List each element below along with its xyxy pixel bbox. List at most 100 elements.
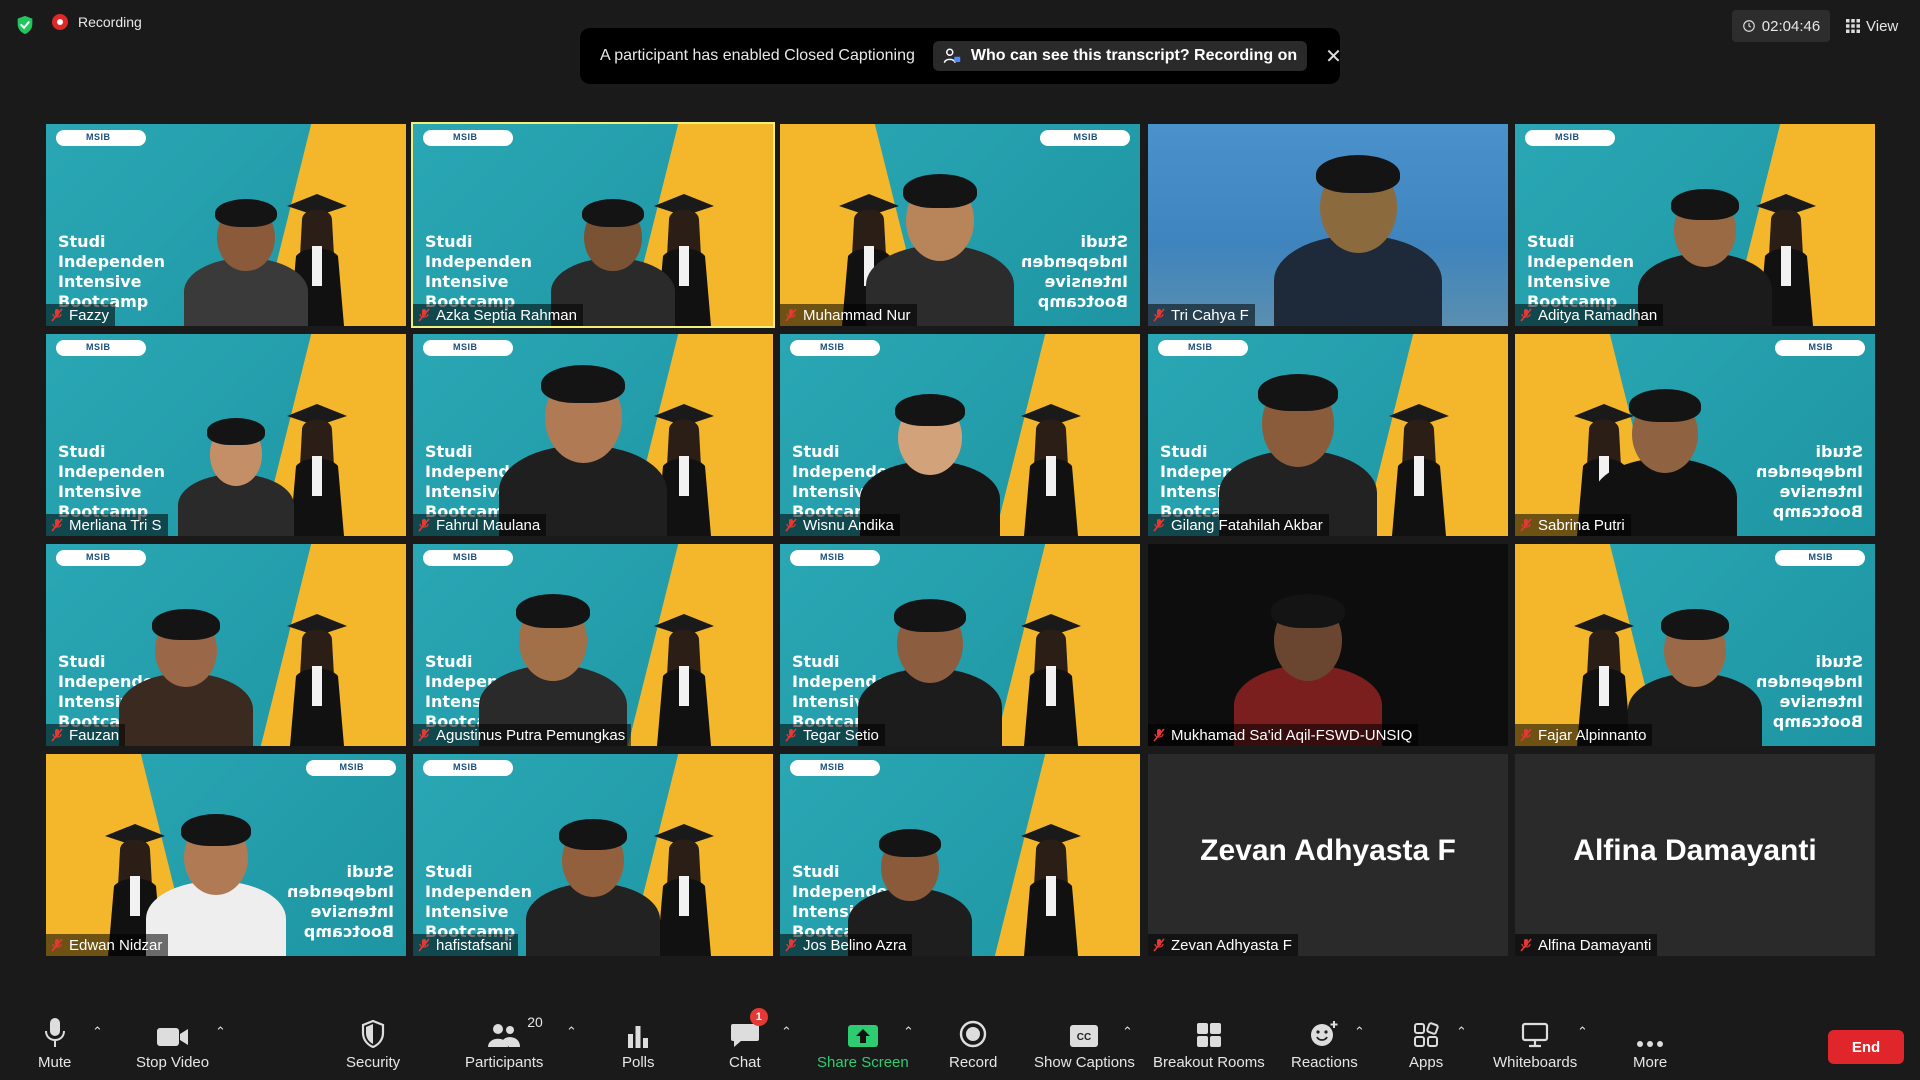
participant-nametag: Azka Septia Rahman: [413, 304, 583, 326]
whiteboards-button[interactable]: Whiteboards: [1493, 1014, 1577, 1071]
participant-video-tile[interactable]: Zevan Adhyasta F Zevan Adhyasta F: [1148, 754, 1508, 956]
msib-logo: MSIB: [820, 342, 845, 352]
polls-button[interactable]: Polls: [622, 1014, 655, 1071]
participants-button[interactable]: 20 Participants: [465, 1014, 543, 1071]
apps-button[interactable]: Apps: [1409, 1014, 1443, 1071]
slide-line: Studi: [425, 232, 473, 251]
participant-video-feed: [1637, 124, 1773, 326]
participant-video-tile[interactable]: MSIB StudiIndependenIntensiveBootcamp: [46, 124, 406, 326]
polls-label: Polls: [622, 1054, 655, 1071]
grid-view-icon: [1846, 19, 1860, 33]
participant-video-feed: [478, 544, 628, 746]
stop-video-button[interactable]: Stop Video: [136, 1014, 209, 1071]
end-meeting-button[interactable]: End: [1828, 1030, 1904, 1064]
participant-video-tile[interactable]: MSIB StudiIndependenIntensiveBootcamp: [1148, 334, 1508, 536]
participant-video-tile[interactable]: MSIB StudiIndependenIntensiveBootcamp: [413, 334, 773, 536]
chat-icon: [730, 1024, 759, 1047]
virtual-background-text: Studi Independen Intensive Bootcamp: [58, 442, 165, 522]
participant-nametag: Agustinus Putra Pemungkas: [413, 724, 632, 746]
slide-line: Independen: [1755, 672, 1863, 691]
participant-video-tile[interactable]: Alfina Damayanti Alfina Damayanti: [1515, 754, 1875, 956]
participant-video-feed: [1274, 124, 1442, 326]
record-button[interactable]: Record: [949, 1014, 997, 1071]
participant-video-tile[interactable]: MSIB StudiIndependenIntensiveBootcamp: [46, 754, 406, 956]
participant-name: Merliana Tri S: [69, 516, 162, 534]
participant-name: Fauzan: [69, 726, 120, 744]
slide-line: Independen: [1020, 252, 1128, 271]
virtual-background-text: Studi Independen Intensive Bootcamp: [1756, 652, 1863, 732]
participant-display-name: Zevan Adhyasta F: [1200, 834, 1456, 867]
participant-video-tile[interactable]: MSIB StudiIndependenIntensiveBootcamp: [780, 124, 1140, 326]
participant-video-tile[interactable]: MSIB StudiIndependenIntensiveBootcamp: [46, 544, 406, 746]
record-icon: [959, 1020, 987, 1048]
msib-logo: MSIB: [86, 132, 111, 142]
breakout-rooms-button[interactable]: Breakout Rooms: [1153, 1014, 1265, 1071]
reactions-options-chevron-icon[interactable]: ⌃: [1354, 1024, 1365, 1039]
slide-line: Studi: [425, 862, 473, 881]
participant-video-feed: [860, 334, 1000, 536]
meeting-timer[interactable]: 02:04:46: [1732, 10, 1830, 42]
participant-video-tile[interactable]: Mukhamad Sa'id Aqil-FSWD-UNSIQ: [1148, 544, 1508, 746]
participant-video-tile[interactable]: MSIB StudiIndependenIntensiveBootcamp: [1515, 124, 1875, 326]
participant-name: Tegar Setio: [803, 726, 879, 744]
muted-microphone-icon: [1520, 518, 1532, 532]
participant-video-feed: [183, 124, 309, 326]
chat-unread-badge: 1: [749, 1008, 768, 1026]
more-button[interactable]: More: [1633, 1014, 1667, 1071]
captions-options-chevron-icon[interactable]: ⌃: [1122, 1024, 1133, 1039]
slide-line: Studi: [346, 862, 395, 881]
participant-video-tile[interactable]: MSIB StudiIndependenIntensiveBootcamp: [46, 334, 406, 536]
security-shield-icon[interactable]: [14, 14, 36, 36]
view-button[interactable]: View: [1846, 10, 1898, 42]
slide-line: Independen: [1527, 252, 1635, 271]
video-options-chevron-icon[interactable]: ⌃: [215, 1024, 226, 1039]
meeting-toolbar: Mute ⌃ Stop Video ⌃ Security 20 Particip…: [0, 996, 1920, 1080]
participant-video-tile[interactable]: MSIB StudiIndependenIntensiveBootcamp: [1515, 544, 1875, 746]
share-screen-button[interactable]: Share Screen: [817, 1014, 909, 1071]
participant-name: Aditya Ramadhan: [1538, 306, 1658, 324]
participants-options-chevron-icon[interactable]: ⌃: [566, 1024, 577, 1039]
slide-line: Intensive: [58, 482, 142, 501]
participant-nametag: Mukhamad Sa'id Aqil-FSWD-UNSIQ: [1148, 724, 1419, 746]
participant-name: Wisnu Andika: [803, 516, 894, 534]
participant-video-tile[interactable]: MSIB StudiIndependenIntensiveBootcamp: [780, 544, 1140, 746]
chat-options-chevron-icon[interactable]: ⌃: [781, 1024, 792, 1039]
participant-video-feed: [1218, 334, 1378, 536]
recording-indicator[interactable]: Recording: [52, 14, 142, 30]
more-dots-icon: [1637, 1041, 1664, 1047]
participant-name: Muhammad Nur: [803, 306, 911, 324]
graduate-figure-image: [654, 614, 714, 746]
participant-video-tile[interactable]: MSIB StudiIndependenIntensiveBootcamp: [413, 544, 773, 746]
reactions-button[interactable]: Reactions: [1291, 1014, 1358, 1071]
chat-button[interactable]: 1 Chat: [729, 1008, 768, 1071]
security-button[interactable]: Security: [346, 1014, 400, 1071]
participant-name: Azka Septia Rahman: [436, 306, 577, 324]
mute-label: Mute: [38, 1054, 72, 1071]
participant-nametag: Wisnu Andika: [780, 514, 900, 536]
apps-options-chevron-icon[interactable]: ⌃: [1456, 1024, 1467, 1039]
msib-logo: MSIB: [453, 342, 478, 352]
video-camera-icon: [156, 1028, 188, 1046]
participant-display-name: Alfina Damayanti: [1573, 834, 1817, 867]
participant-video-tile[interactable]: MSIB StudiIndependenIntensiveBootcamp: [1515, 334, 1875, 536]
msib-logo: MSIB: [1808, 552, 1833, 562]
participants-count: 20: [527, 1014, 543, 1030]
whiteboards-options-chevron-icon[interactable]: ⌃: [1577, 1024, 1588, 1039]
mute-button[interactable]: Mute: [38, 1014, 71, 1071]
participant-nametag: Tri Cahya F: [1148, 304, 1255, 326]
participant-video-tile[interactable]: MSIB StudiIndependenIntensiveBootcamp: [780, 754, 1140, 956]
share-options-chevron-icon[interactable]: ⌃: [903, 1024, 914, 1039]
participant-video-tile[interactable]: MSIB StudiIndependenIntensiveBootcamp: [413, 754, 773, 956]
graduate-figure-image: [287, 614, 347, 746]
transcript-visibility-button[interactable]: Who can see this transcript? Recording o…: [932, 41, 1308, 71]
close-icon[interactable]: ✕: [1325, 44, 1342, 69]
audio-options-chevron-icon[interactable]: ⌃: [92, 1024, 103, 1039]
participant-video-tile[interactable]: Tri Cahya F: [1148, 124, 1508, 326]
show-captions-button[interactable]: CC Show Captions: [1034, 1014, 1135, 1071]
msib-logo: MSIB: [339, 762, 364, 772]
participant-video-tile[interactable]: MSIB StudiIndependenIntensiveBootcamp: [411, 122, 775, 328]
view-label: View: [1866, 17, 1899, 35]
slide-line: Bootcamp: [1037, 292, 1128, 311]
participant-video-tile[interactable]: MSIB StudiIndependenIntensiveBootcamp: [780, 334, 1140, 536]
slide-line: Independen: [425, 882, 533, 901]
